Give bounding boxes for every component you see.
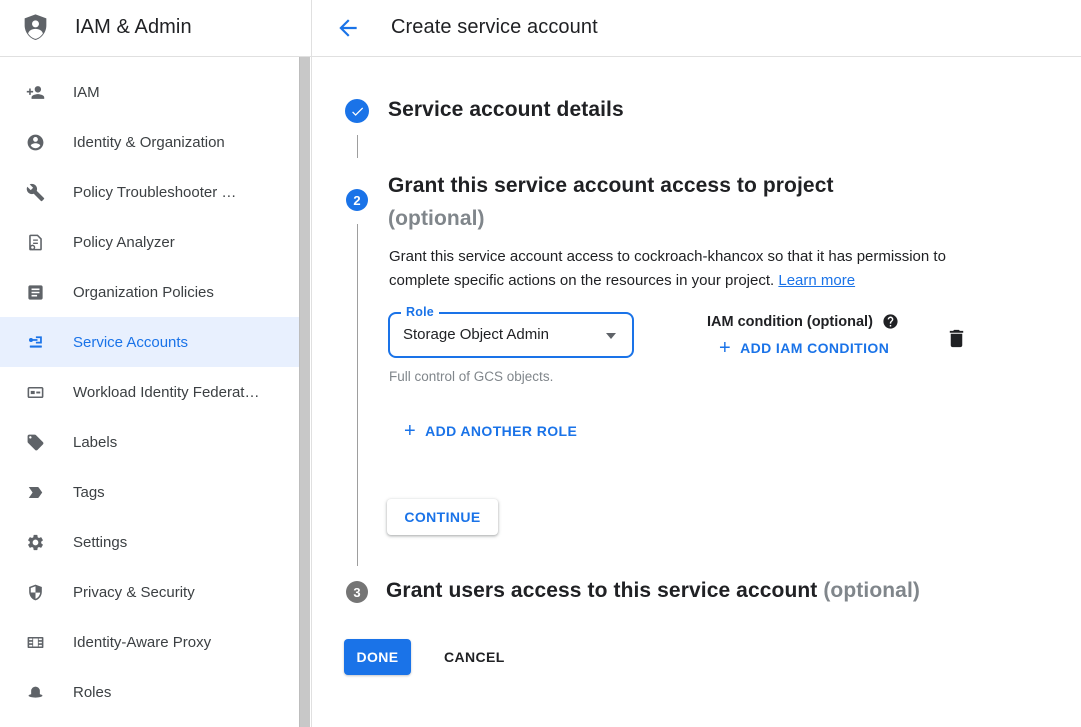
step-connector-line <box>357 135 358 158</box>
step1-check-icon <box>345 99 369 123</box>
sidebar-item-label: Identity-Aware Proxy <box>73 634 211 651</box>
cancel-button[interactable]: CANCEL <box>430 639 519 675</box>
sidebar-item-label: Settings <box>73 534 127 551</box>
label-icon <box>26 433 45 452</box>
learn-more-link[interactable]: Learn more <box>778 272 855 289</box>
sidebar-item-identity-aware-proxy[interactable]: Identity-Aware Proxy <box>0 617 299 667</box>
card-icon <box>26 383 45 402</box>
step-connector-line <box>357 224 358 566</box>
sidebar-item-label: Privacy & Security <box>73 584 195 601</box>
person-add-icon <box>26 83 45 102</box>
sidebar-item-label: IAM <box>73 84 100 101</box>
role-helper-text: Full control of GCS objects. <box>389 369 553 384</box>
sidebar-item-label: Policy Troubleshooter … <box>73 184 236 201</box>
dropdown-caret-icon <box>606 333 616 339</box>
top-header-bar: IAM & Admin Create service account <box>0 0 1081 56</box>
sidebar-item-label: Labels <box>73 434 117 451</box>
sidebar-item-iam[interactable]: IAM <box>0 67 299 117</box>
sidebar-item-organization-policies[interactable]: Organization Policies <box>0 267 299 317</box>
sidebar-item-settings[interactable]: Settings <box>0 517 299 567</box>
add-iam-condition-button[interactable]: + ADD IAM CONDITION <box>719 340 889 356</box>
step2-optional-label: (optional) <box>388 202 834 235</box>
delete-role-trash-icon[interactable] <box>945 327 968 350</box>
sidebar-item-identity-organization[interactable]: Identity & Organization <box>0 117 299 167</box>
sidebar-item-labels[interactable]: Labels <box>0 417 299 467</box>
add-another-role-label: ADD ANOTHER ROLE <box>425 423 577 439</box>
sidebar-item-label: Tags <box>73 484 105 501</box>
gear-icon <box>26 533 45 552</box>
sidebar-item-workload-identity-federation[interactable]: Workload Identity Federat… <box>0 367 299 417</box>
continue-button[interactable]: CONTINUE <box>387 499 498 535</box>
back-arrow-icon[interactable] <box>335 15 361 41</box>
sidebar-item-label: Organization Policies <box>73 284 214 301</box>
proxy-icon <box>26 633 45 652</box>
step3-title-text: Grant users access to this service accou… <box>386 579 817 602</box>
iam-condition-label-row: IAM condition (optional) <box>707 313 899 330</box>
article-icon <box>26 283 45 302</box>
sidebar-item-label: Service Accounts <box>73 334 188 351</box>
step2-description: Grant this service account access to coc… <box>389 245 983 293</box>
shield-icon <box>26 583 45 602</box>
step3-number-badge: 3 <box>346 581 368 603</box>
sidebar-item-privacy-security[interactable]: Privacy & Security <box>0 567 299 617</box>
step2-description-text: Grant this service account access to coc… <box>389 248 946 289</box>
sidebar-item-policy-troubleshooter[interactable]: Policy Troubleshooter … <box>0 167 299 217</box>
sidebar-item-tags[interactable]: Tags <box>0 467 299 517</box>
plus-icon: + <box>404 423 416 439</box>
step2-title-text: Grant this service account access to pro… <box>388 169 834 202</box>
sidebar-scrollbar[interactable] <box>299 57 310 727</box>
hat-icon <box>26 683 45 702</box>
sidebar-item-label: Workload Identity Federat… <box>73 384 259 401</box>
sidebar-item-policy-analyzer[interactable]: Policy Analyzer <box>0 217 299 267</box>
label-important-icon <box>26 483 45 502</box>
add-iam-condition-label: ADD IAM CONDITION <box>740 340 889 356</box>
step1-title: Service account details <box>388 98 624 122</box>
sidebar-item-roles[interactable]: Roles <box>0 667 299 717</box>
sidebar-nav: IAM Identity & Organization Policy Troub… <box>0 57 299 727</box>
done-button[interactable]: DONE <box>344 639 411 675</box>
wrench-icon <box>26 183 45 202</box>
sidebar-item-label: Roles <box>73 684 111 701</box>
sidebar-item-service-accounts[interactable]: Service Accounts <box>0 317 299 367</box>
step2-title: Grant this service account access to pro… <box>388 169 834 235</box>
policy-analyzer-icon <box>26 233 45 252</box>
step3-optional-label: (optional) <box>823 579 920 602</box>
iam-admin-window: IAM & Admin Create service account IAM I… <box>0 0 1081 727</box>
step2-number-badge: 2 <box>346 189 368 211</box>
sidebar-item-label: Identity & Organization <box>73 134 225 151</box>
sidebar-item-label: Policy Analyzer <box>73 234 175 251</box>
role-dropdown[interactable]: Role Storage Object Admin <box>388 312 634 358</box>
role-field-value: Storage Object Admin <box>403 314 549 356</box>
step3-title: Grant users access to this service accou… <box>386 579 920 603</box>
service-account-icon <box>26 333 45 352</box>
account-circle-icon <box>26 133 45 152</box>
page-title: Create service account <box>391 16 598 39</box>
iam-condition-label: IAM condition (optional) <box>707 314 873 330</box>
plus-icon: + <box>719 340 731 356</box>
help-icon[interactable] <box>882 313 899 330</box>
app-title: IAM & Admin <box>75 16 192 39</box>
create-service-account-form: Service account details 2 Grant this ser… <box>312 57 1081 727</box>
iam-admin-shield-logo-icon <box>20 12 51 44</box>
add-another-role-button[interactable]: + ADD ANOTHER ROLE <box>404 423 577 439</box>
